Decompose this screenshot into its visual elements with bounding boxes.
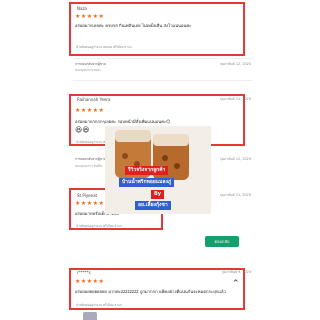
divider <box>73 58 253 59</box>
helpful-link[interactable]: นำหยิบหน่อยู่จำนวน พรีเมียม สาแก <box>76 224 122 229</box>
review-date: กุมภาพันธ์ 9, 2025 <box>221 270 251 274</box>
avatar <box>83 312 97 320</box>
reviewer-name: Raihannah Yeera <box>77 97 111 102</box>
emoji-reaction: 😆😆 <box>75 126 90 134</box>
review-text: อร่อยมากเลยค่ะ ครบรส กินเพลินเลย ไม่เหม็… <box>75 23 192 28</box>
star-rating: ★★★★★ <box>75 278 105 285</box>
reply-button[interactable]: ตอบกลับ <box>205 236 239 247</box>
helpful-link[interactable]: นำหยิบหน่อยู่จำนวน พรีเมียม สาแก <box>76 303 122 308</box>
reply-date: กุมภาพันธ์ 12, 2025 <box>219 62 251 66</box>
seller-reply-text: ขอบคุณมากๆ ยินดีค่ะ <box>75 164 103 168</box>
reviewer-name: Naza <box>77 6 87 11</box>
reviewer-name: r*****s <box>77 270 91 275</box>
review-date: กุมภาพันธ์ 12, 2025 <box>219 97 251 101</box>
star-rating: ★★★★★ <box>75 107 105 114</box>
promo-by: By <box>151 190 165 199</box>
review-text: อร่อยมากกกกกๆเลยค่ะ รอบหน้ามีสั่งเพิ่มแน… <box>75 119 171 124</box>
divider <box>73 80 253 81</box>
helpful-link[interactable]: นำหยิบหน่อยู่จำนวน ทดลอง พรีเมียม สาแก <box>76 45 132 50</box>
promo-title: รีวิวจริงจากลูกค้า <box>125 166 169 175</box>
review-list-screen: Naza ★★★★★ อร่อยมากเลยค่ะ ครบรส กินเพลิน… <box>63 0 259 320</box>
seller-reply-label: การตอบกลับจากผู้ขาย <box>75 157 106 161</box>
reply-date: กุมภาพันธ์ 12, 2025 <box>219 157 251 161</box>
promo-shop-name: บ้านน้ำพริกหอยแมลงภู่ <box>119 178 175 187</box>
seller-reply-label: การตอบกลับจากผู้ขาย <box>75 62 106 66</box>
scroll-up-icon[interactable]: ⌃ <box>232 279 240 289</box>
promo-brand: อย.เลี้ยงกุ้งชา <box>135 201 171 210</box>
review-text: อร่อยอยยยยยยยย มากค่ะzzzzzzzz ถูกมากกก แ… <box>75 289 226 294</box>
reviewer-name: St.Piyeeat <box>77 193 98 198</box>
star-rating: ★★★★★ <box>75 200 105 207</box>
star-rating: ★★★★★ <box>75 13 105 20</box>
review-date: กุมภาพันธ์ 11, 2025 <box>219 193 251 197</box>
seller-reply-text: ขอบคุณมากๆเลยค่ะ <box>75 68 101 72</box>
